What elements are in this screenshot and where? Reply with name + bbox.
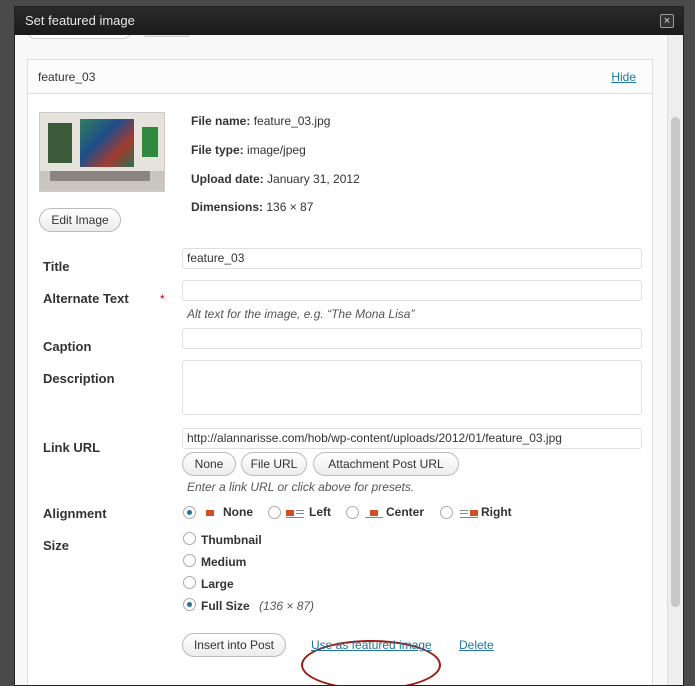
edit-image-button[interactable]: Edit Image xyxy=(39,208,121,232)
description-label: Description xyxy=(43,371,115,386)
align-none-icon xyxy=(202,508,220,518)
dialog-content: feature_03 Hide Edit Image File name: fe… xyxy=(15,35,669,685)
meta-file-type: File type: image/jpeg xyxy=(191,143,306,157)
align-center-icon xyxy=(365,508,383,518)
tab-stub xyxy=(145,35,189,37)
link-none-button[interactable]: None xyxy=(182,452,236,476)
size-thumbnail-label: Thumbnail xyxy=(201,533,262,547)
caption-field[interactable] xyxy=(182,328,642,349)
size-full-dimensions: (136 × 87) xyxy=(259,599,315,613)
align-right-icon xyxy=(460,508,478,518)
caption-label: Caption xyxy=(43,339,92,354)
align-left-radio[interactable] xyxy=(268,506,281,519)
insert-into-post-button[interactable]: Insert into Post xyxy=(182,633,286,657)
size-full-label: Full Size xyxy=(201,599,250,613)
required-mark: * xyxy=(160,292,165,306)
align-center-label: Center xyxy=(386,505,425,519)
tab-stub xyxy=(27,35,131,39)
meta-dimensions: Dimensions: 136 × 87 xyxy=(191,200,314,214)
dialog-titlebar: Set featured image × xyxy=(15,7,683,35)
alt-text-help: Alt text for the image, e.g. “The Mona L… xyxy=(187,307,415,321)
size-thumbnail-radio[interactable] xyxy=(183,532,196,545)
alignment-label: Alignment xyxy=(43,506,107,521)
link-url-label: Link URL xyxy=(43,440,101,455)
close-icon[interactable]: × xyxy=(660,14,674,28)
media-item-header: feature_03 Hide xyxy=(28,60,652,94)
align-left-label: Left xyxy=(309,505,331,519)
dialog-title: Set featured image xyxy=(25,13,135,28)
link-url-field[interactable]: http://alannarisse.com/hob/wp-content/up… xyxy=(182,428,642,449)
image-thumbnail xyxy=(39,112,165,192)
meta-upload-date: Upload date: January 31, 2012 xyxy=(191,172,360,186)
scrollbar-thumb[interactable] xyxy=(671,117,680,607)
description-textarea[interactable] xyxy=(182,360,642,415)
align-right-label: Right xyxy=(481,505,512,519)
size-large-label: Large xyxy=(201,577,234,591)
media-item-filename: feature_03 xyxy=(38,70,96,84)
align-left-icon xyxy=(286,508,304,518)
alt-text-field[interactable] xyxy=(182,280,642,301)
dialog-scrollbar[interactable] xyxy=(667,35,683,685)
size-medium-radio[interactable] xyxy=(183,554,196,567)
align-none-radio[interactable] xyxy=(183,506,196,519)
link-attachment-post-url-button[interactable]: Attachment Post URL xyxy=(313,452,459,476)
use-as-featured-image-link[interactable]: Use as featured image xyxy=(311,638,432,652)
align-right-radio[interactable] xyxy=(440,506,453,519)
delete-link[interactable]: Delete xyxy=(459,638,494,652)
link-file-url-button[interactable]: File URL xyxy=(241,452,307,476)
alt-text-label: Alternate Text xyxy=(43,291,129,306)
align-center-radio[interactable] xyxy=(346,506,359,519)
title-field[interactable]: feature_03 xyxy=(182,248,642,269)
hide-link[interactable]: Hide xyxy=(611,70,636,84)
size-label: Size xyxy=(43,538,70,553)
title-label: Title xyxy=(43,259,70,274)
size-medium-label: Medium xyxy=(201,555,247,569)
link-url-help: Enter a link URL or click above for pres… xyxy=(187,480,415,494)
media-item-panel: feature_03 Hide Edit Image File name: fe… xyxy=(27,59,653,685)
set-featured-image-dialog: Set featured image × feature_03 Hide Edi… xyxy=(14,6,684,686)
size-full-radio[interactable] xyxy=(183,598,196,611)
size-large-radio[interactable] xyxy=(183,576,196,589)
align-none-label: None xyxy=(223,505,253,519)
meta-file-name: File name: feature_03.jpg xyxy=(191,114,331,128)
